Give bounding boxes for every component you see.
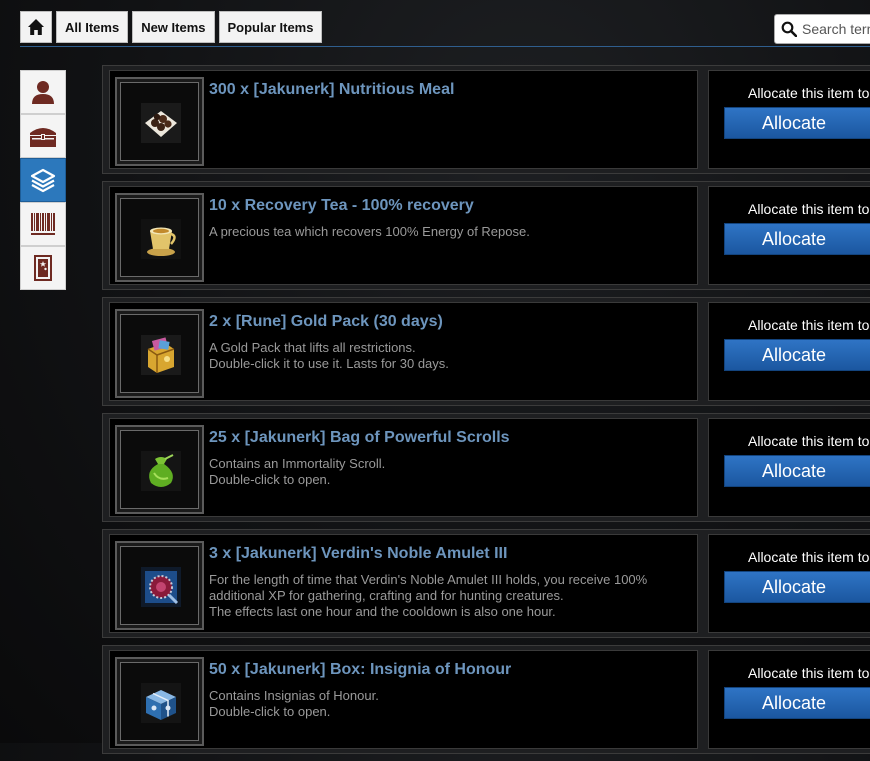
allocate-button[interactable]: Allocate (724, 687, 870, 719)
item-description: A precious tea which recovers 100% Energ… (209, 224, 694, 240)
item-title[interactable]: 3 x [Jakunerk] Verdin's Noble Amulet III (209, 545, 507, 563)
item-thumbnail (115, 193, 204, 282)
item-info-panel: 50 x [Jakunerk] Box: Insignia of Honour … (109, 650, 698, 749)
item-description-line: Double-click it to use it. Lasts for 30 … (209, 356, 449, 371)
allocate-label: Allocate this item to (748, 665, 870, 681)
item-description-line: Double-click to open. (209, 472, 331, 487)
item-title[interactable]: 50 x [Jakunerk] Box: Insignia of Honour (209, 661, 511, 679)
item-thumbnail (115, 425, 204, 514)
item-description-line: additional XP for gathering, crafting an… (209, 588, 564, 603)
item-title[interactable]: 10 x Recovery Tea - 100% recovery (209, 197, 474, 215)
allocate-button[interactable]: Allocate (724, 571, 870, 603)
item-description-line: For the length of time that Verdin's Nob… (209, 572, 648, 587)
barcode-icon (31, 213, 55, 235)
search-icon (781, 21, 797, 37)
allocate-panel: Allocate this item to Allocate (708, 186, 870, 285)
item-description-line: Contains Insignias of Honour. (209, 688, 379, 703)
amulet-icon (141, 567, 181, 607)
allocate-button[interactable]: Allocate (724, 107, 870, 139)
allocate-panel: Allocate this item to Allocate (708, 70, 870, 169)
blue-box-icon (141, 683, 181, 723)
item-description-line: Contains an Immortality Scroll. (209, 456, 386, 471)
chest-icon (30, 128, 56, 147)
allocate-button[interactable]: Allocate (724, 223, 870, 255)
item-title[interactable]: 300 x [Jakunerk] Nutritious Meal (209, 81, 454, 99)
allocate-panel: Allocate this item to Allocate (708, 534, 870, 633)
list-item: 300 x [Jakunerk] Nutritious Meal Allocat… (102, 65, 870, 174)
allocate-button[interactable]: Allocate (724, 339, 870, 371)
food-bowl-icon (141, 103, 181, 143)
allocate-label: Allocate this item to (748, 433, 870, 449)
top-divider (20, 46, 870, 47)
item-description: A Gold Pack that lifts all restrictions.… (209, 340, 694, 372)
item-thumbnail (115, 77, 204, 166)
item-description: For the length of time that Verdin's Nob… (209, 572, 694, 620)
tab-popular-items[interactable]: Popular Items (218, 11, 323, 43)
sidebar-item-logout[interactable] (20, 246, 66, 290)
item-thumbnail (115, 309, 204, 398)
list-item: 10 x Recovery Tea - 100% recovery A prec… (102, 181, 870, 290)
item-description-line: Double-click to open. (209, 704, 331, 719)
home-button[interactable] (20, 11, 52, 43)
allocate-label: Allocate this item to (748, 201, 870, 217)
item-description: Contains an Immortality Scroll. Double-c… (209, 456, 694, 488)
tab-new-items[interactable]: New Items (132, 11, 215, 43)
item-info-panel: 3 x [Jakunerk] Verdin's Noble Amulet III… (109, 534, 698, 633)
allocate-panel: Allocate this item to Allocate (708, 650, 870, 749)
list-item: 25 x [Jakunerk] Bag of Powerful Scrolls … (102, 413, 870, 522)
door-icon (34, 255, 52, 281)
allocate-panel: Allocate this item to Allocate (708, 302, 870, 401)
item-info-panel: 10 x Recovery Tea - 100% recovery A prec… (109, 186, 698, 285)
tea-cup-icon (141, 219, 181, 259)
layers-icon (30, 168, 56, 193)
item-title[interactable]: 25 x [Jakunerk] Bag of Powerful Scrolls (209, 429, 510, 447)
item-title[interactable]: 2 x [Rune] Gold Pack (30 days) (209, 313, 443, 331)
item-thumbnail (115, 541, 204, 630)
item-thumbnail (115, 657, 204, 746)
item-info-panel: 300 x [Jakunerk] Nutritious Meal (109, 70, 698, 169)
tab-all-items[interactable]: All Items (56, 11, 129, 43)
item-info-panel: 2 x [Rune] Gold Pack (30 days) A Gold Pa… (109, 302, 698, 401)
person-icon (32, 81, 54, 104)
search-box[interactable] (774, 14, 870, 44)
allocate-button[interactable]: Allocate (724, 455, 870, 487)
allocate-label: Allocate this item to (748, 317, 870, 333)
list-item: 50 x [Jakunerk] Box: Insignia of Honour … (102, 645, 870, 754)
sidebar (20, 70, 66, 290)
list-item: 2 x [Rune] Gold Pack (30 days) A Gold Pa… (102, 297, 870, 406)
sidebar-item-inventory[interactable] (20, 114, 66, 158)
item-description-line: The effects last one hour and the cooldo… (209, 604, 556, 619)
allocate-label: Allocate this item to (748, 549, 870, 565)
allocate-panel: Allocate this item to Allocate (708, 418, 870, 517)
item-info-panel: 25 x [Jakunerk] Bag of Powerful Scrolls … (109, 418, 698, 517)
sidebar-item-codes[interactable] (20, 202, 66, 246)
list-item: 3 x [Jakunerk] Verdin's Noble Amulet III… (102, 529, 870, 638)
item-description: Contains Insignias of Honour. Double-cli… (209, 688, 694, 720)
top-nav: All Items New Items Popular Items (20, 11, 323, 43)
sidebar-item-storage[interactable] (20, 158, 66, 202)
allocate-label: Allocate this item to (748, 85, 870, 101)
home-icon (28, 19, 44, 35)
sidebar-item-character[interactable] (20, 70, 66, 114)
search-input[interactable] (802, 21, 870, 37)
gold-pack-icon (141, 335, 181, 375)
item-description-line: A Gold Pack that lifts all restrictions. (209, 340, 416, 355)
item-list: 300 x [Jakunerk] Nutritious Meal Allocat… (102, 65, 870, 761)
item-description-line: A precious tea which recovers 100% Energ… (209, 224, 530, 239)
green-bag-icon (141, 451, 181, 491)
